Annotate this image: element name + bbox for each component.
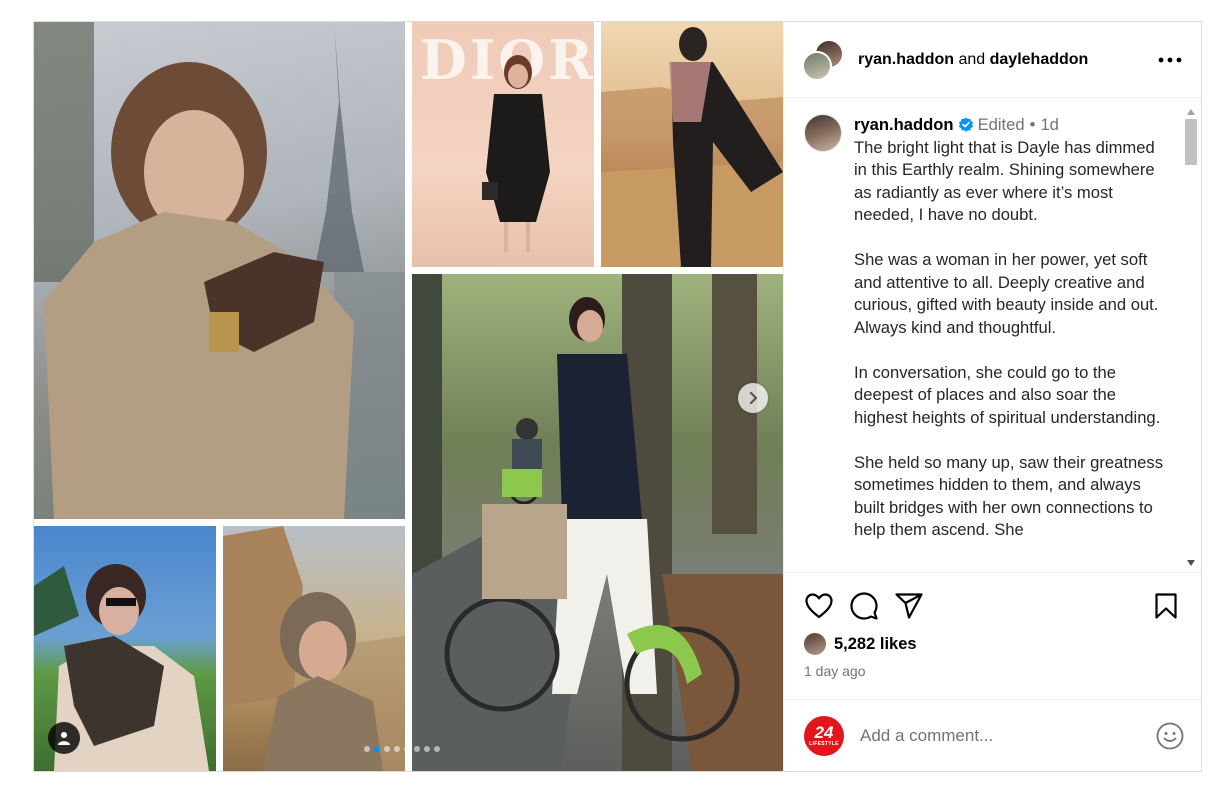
more-horizontal-icon — [1158, 57, 1182, 62]
collab-avatars[interactable] — [802, 38, 844, 81]
carousel-dot — [434, 746, 440, 752]
add-comment-bar: 24 LIFESTYLE — [784, 699, 1201, 771]
tagged-users-button[interactable] — [48, 722, 80, 754]
conjunction-text: and — [958, 50, 986, 68]
carousel-dot — [374, 746, 380, 752]
post-sidebar: ryan.haddon and daylehaddon ryan.haddon — [783, 22, 1201, 771]
logo-subtext: LIFESTYLE — [809, 741, 839, 747]
bookmark-icon — [1155, 593, 1177, 619]
emoji-icon — [1156, 722, 1184, 749]
sphinx-illustration — [223, 526, 405, 771]
caption-paragraph: She was a woman in her power, yet soft a… — [854, 250, 1159, 337]
comments-scrollbar[interactable] — [1184, 106, 1198, 570]
save-button[interactable] — [1151, 591, 1181, 621]
carousel-next-button[interactable] — [738, 383, 768, 413]
scroll-up-arrow-icon[interactable] — [1187, 109, 1195, 115]
verified-badge-icon — [958, 117, 974, 133]
more-options-button[interactable] — [1155, 45, 1185, 75]
carousel-dot — [404, 746, 410, 752]
comments-area[interactable]: ryan.haddon Edited • 1d The bright light… — [784, 98, 1201, 572]
caption-username[interactable]: ryan.haddon — [854, 114, 954, 137]
username-link[interactable]: ryan.haddon — [858, 51, 954, 68]
comment-icon — [850, 592, 878, 620]
avatar — [802, 50, 832, 81]
carousel-dot — [424, 746, 430, 752]
username-link[interactable]: daylehaddon — [990, 51, 1089, 68]
post-timestamp[interactable]: 1 day ago — [804, 663, 1181, 679]
action-bar — [804, 591, 1181, 621]
scrollbar-thumb[interactable] — [1185, 119, 1197, 165]
photo-desert-cliff — [601, 22, 783, 267]
coat-paris-illustration — [34, 22, 405, 519]
dior-figure-illustration — [482, 55, 550, 252]
comment-button[interactable] — [849, 591, 879, 621]
scroll-down-arrow-icon[interactable] — [1187, 560, 1195, 566]
caption-meta: ryan.haddon Edited • 1d — [854, 114, 1165, 137]
chevron-right-icon — [749, 392, 758, 404]
photo-sphinx — [223, 526, 405, 771]
share-button[interactable] — [894, 591, 924, 621]
heart-icon — [805, 593, 833, 619]
post-media[interactable]: DIOR — [34, 22, 783, 771]
caption-paragraph: The bright light that is Dayle has dimme… — [854, 137, 1155, 225]
carousel-dot — [384, 746, 390, 752]
caption-time[interactable]: 1d — [1040, 114, 1058, 137]
instagram-post: DIOR ryan.haddon and daylehaddon ryan.ha… — [33, 21, 1202, 772]
edited-label: Edited — [977, 115, 1025, 134]
current-user-avatar: 24 LIFESTYLE — [804, 715, 844, 756]
carousel-indicator — [364, 746, 440, 752]
carousel-dot — [414, 746, 420, 752]
likes-count[interactable]: 5,282 likes — [834, 635, 917, 654]
likes-row[interactable]: 5,282 likes — [804, 633, 1181, 655]
avatar[interactable] — [804, 114, 842, 152]
caption: ryan.haddon Edited • 1d The bright light… — [854, 114, 1165, 572]
photo-coat-paris — [34, 22, 405, 519]
avatar — [804, 633, 826, 655]
comment-input[interactable] — [860, 725, 1155, 746]
like-button[interactable] — [804, 591, 834, 621]
collab-usernames: ryan.haddon and daylehaddon — [858, 51, 1155, 69]
post-header: ryan.haddon and daylehaddon — [784, 22, 1201, 98]
person-icon — [58, 732, 70, 745]
bike-ride-illustration — [412, 274, 783, 771]
logo-number: 24 — [814, 723, 834, 742]
meta-separator: • — [1029, 115, 1036, 134]
carousel-dot — [364, 746, 370, 752]
emoji-button[interactable] — [1155, 721, 1185, 751]
photo-dior-event: DIOR — [412, 22, 594, 267]
caption-paragraph: She held so many up, saw their greatness… — [854, 452, 1164, 540]
photo-bike-ride — [412, 274, 783, 771]
desert-figure-illustration — [601, 27, 783, 267]
caption-paragraph: In conversation, she could go to the dee… — [854, 362, 1161, 427]
share-icon — [895, 593, 923, 619]
carousel-dot — [394, 746, 400, 752]
actions-panel: 5,282 likes 1 day ago — [784, 572, 1201, 700]
